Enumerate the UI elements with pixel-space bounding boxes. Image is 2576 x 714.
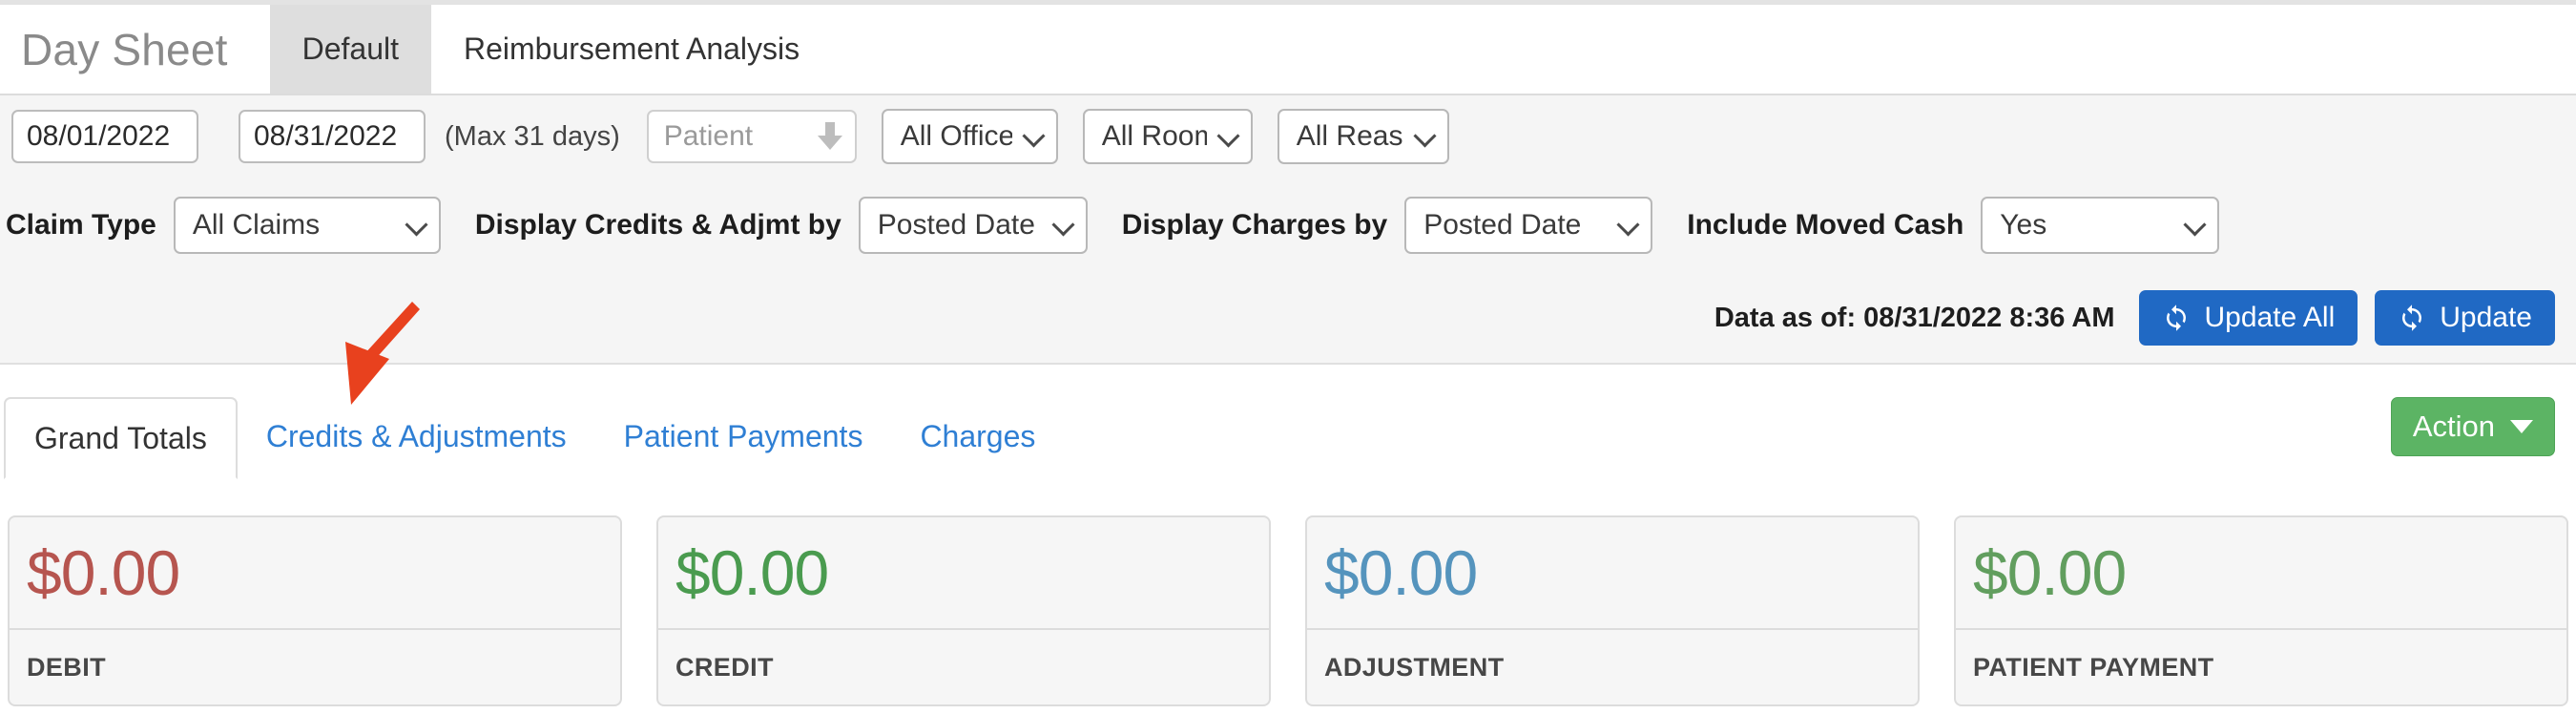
update-button[interactable]: Update [2375, 290, 2555, 346]
start-date-input[interactable] [11, 110, 198, 163]
claim-type-select[interactable]: All Claims [173, 197, 441, 254]
report-tab-strip: Grand Totals Credits & Adjustments Patie… [0, 365, 2576, 479]
moved-cash-value: Yes [2000, 209, 2047, 241]
update-all-label: Update All [2204, 302, 2336, 333]
patient-payment-label: PATIENT PAYMENT [1956, 628, 2566, 704]
summary-card-debit: $0.00 DEBIT [8, 515, 622, 706]
top-tab-strip: Day Sheet Default Reimbursement Analysis [0, 0, 2576, 95]
tab-charges[interactable]: Charges [891, 395, 1064, 477]
arrow-down-icon [817, 122, 843, 151]
end-date-input[interactable] [239, 110, 426, 163]
chevron-down-icon [1024, 126, 1045, 147]
credit-amount: $0.00 [675, 537, 829, 608]
debit-amount: $0.00 [27, 537, 180, 608]
refresh-icon [2402, 304, 2422, 331]
credits-adjmt-select[interactable]: Posted Date [858, 197, 1088, 254]
charges-label: Display Charges by [1121, 209, 1388, 241]
action-button-label: Action [2412, 410, 2495, 443]
charges-value: Posted Date [1423, 209, 1582, 241]
action-button[interactable]: Action [2390, 397, 2555, 456]
filter-bar-dates: (Max 31 days) Patient All Office All Roo… [0, 95, 2576, 178]
update-label: Update [2440, 302, 2532, 333]
office-select-value: All Office [900, 120, 1012, 152]
adjustment-amount: $0.00 [1324, 537, 1478, 608]
tab-grand-totals[interactable]: Grand Totals [4, 397, 238, 479]
chevron-down-icon [1618, 215, 1639, 236]
chevron-down-icon [1218, 126, 1239, 147]
summary-card-patient-payment: $0.00 PATIENT PAYMENT [1954, 515, 2568, 706]
credits-adjmt-value: Posted Date [877, 209, 1035, 241]
debit-label: DEBIT [10, 628, 620, 704]
day-sheet-page: Day Sheet Default Reimbursement Analysis… [0, 0, 2576, 714]
page-title: Day Sheet [21, 24, 228, 74]
summary-card-credit: $0.00 CREDIT [656, 515, 1271, 706]
moved-cash-label: Include Moved Cash [1687, 209, 1964, 241]
adjustment-label: ADJUSTMENT [1307, 628, 1918, 704]
data-as-of-text: Data as of: 08/31/2022 8:36 AM [1714, 302, 2115, 333]
update-all-button[interactable]: Update All [2139, 290, 2358, 346]
moved-cash-select[interactable]: Yes [1981, 197, 2220, 254]
summary-cards: $0.00 DEBIT $0.00 CREDIT $0.00 ADJUSTMEN… [0, 515, 2576, 714]
reason-select[interactable]: All Reaso [1277, 109, 1449, 164]
chevron-down-icon [1053, 215, 1074, 236]
chevron-down-icon [2185, 215, 2206, 236]
filter-bar-options: Claim Type All Claims Display Credits & … [0, 178, 2576, 273]
charges-select[interactable]: Posted Date [1404, 197, 1653, 254]
summary-card-adjustment: $0.00 ADJUSTMENT [1305, 515, 1920, 706]
top-tab-reimbursement-analysis[interactable]: Reimbursement Analysis [431, 5, 832, 94]
top-tab-default[interactable]: Default [269, 5, 431, 94]
caret-down-icon [2510, 420, 2533, 433]
max-days-note: (Max 31 days) [445, 120, 620, 152]
reason-select-value: All Reaso [1296, 120, 1403, 152]
refresh-icon [2167, 304, 2187, 331]
patient-payment-amount: $0.00 [1973, 537, 2127, 608]
patient-search-input[interactable]: Patient [646, 110, 857, 163]
chevron-down-icon [1415, 126, 1436, 147]
credits-adjmt-label: Display Credits & Adjmt by [474, 209, 841, 241]
room-select[interactable]: All Room [1082, 109, 1253, 164]
status-row: Data as of: 08/31/2022 8:36 AM Update Al… [0, 273, 2576, 365]
credit-label: CREDIT [658, 628, 1269, 704]
claim-type-label: Claim Type [6, 209, 156, 241]
claim-type-value: All Claims [192, 209, 321, 241]
office-select[interactable]: All Office [881, 109, 1058, 164]
chevron-down-icon [406, 215, 427, 236]
tab-patient-payments[interactable]: Patient Payments [595, 395, 892, 477]
tab-credits-and-adjustments[interactable]: Credits & Adjustments [238, 395, 595, 477]
patient-placeholder: Patient [663, 120, 754, 152]
room-select-value: All Room [1101, 120, 1207, 152]
